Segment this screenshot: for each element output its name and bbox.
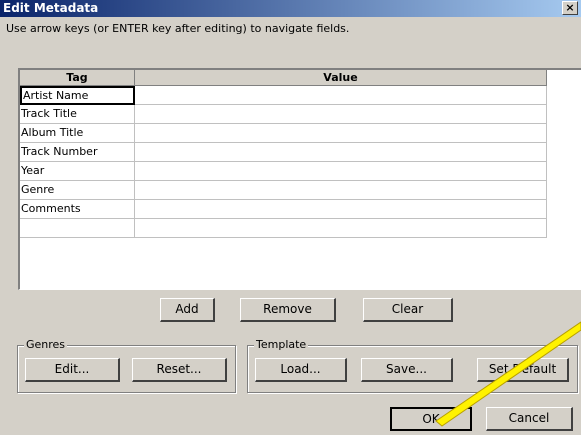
annotation-arrow [435, 321, 581, 427]
